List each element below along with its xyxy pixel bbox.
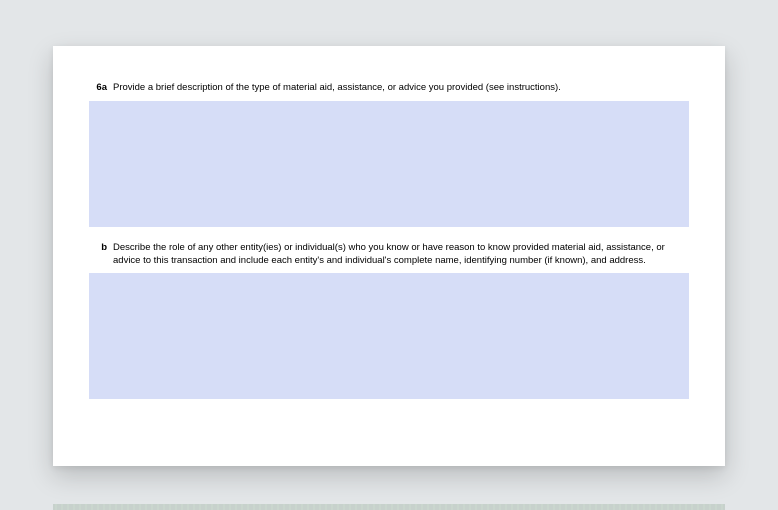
form-page: 6a Provide a brief description of the ty… [53,46,725,466]
question-6b-input[interactable] [89,273,689,399]
question-6b: b Describe the role of any other entity(… [89,242,689,405]
question-6a-text: Provide a brief description of the type … [113,82,689,95]
question-6a-number: 6a [89,82,107,95]
question-6b-prompt: b Describe the role of any other entity(… [89,242,689,268]
question-6b-text: Describe the role of any other entity(ie… [113,242,689,268]
page-footer-decoration [53,504,725,510]
question-6a-prompt: 6a Provide a brief description of the ty… [89,82,689,95]
question-6b-number: b [89,242,107,255]
question-6a-input[interactable] [89,101,689,227]
question-6a: 6a Provide a brief description of the ty… [89,82,689,232]
